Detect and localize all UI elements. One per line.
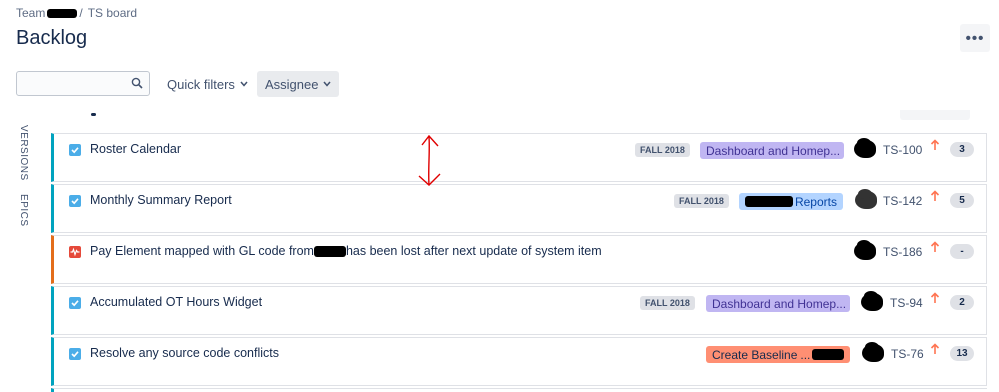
issue-row[interactable]: Pay Element mapped with GL code from has… bbox=[51, 235, 987, 284]
redaction bbox=[313, 245, 346, 257]
priority-arrow-up-icon bbox=[930, 292, 940, 303]
issue-summary[interactable]: Monthly Summary Report bbox=[90, 193, 232, 207]
priority-arrow-up-icon bbox=[930, 343, 940, 354]
story-points-badge: 2 bbox=[950, 295, 974, 310]
avatar bbox=[854, 138, 876, 158]
issue-key[interactable]: TS-142 bbox=[883, 194, 922, 208]
issue-summary-part: has been lost after next update of syste… bbox=[345, 244, 602, 258]
breadcrumb: Team / TS board bbox=[16, 6, 137, 20]
priority-arrow-up-icon bbox=[930, 190, 940, 201]
chevron-down-icon bbox=[323, 81, 332, 87]
epic-lozenge-label: Reports bbox=[794, 194, 837, 209]
double-arrow-annotation-icon bbox=[418, 134, 441, 186]
avatar bbox=[855, 189, 877, 209]
issue-summary[interactable]: Roster Calendar bbox=[90, 142, 181, 156]
chevron-down-icon bbox=[240, 81, 248, 87]
versions-panel-tab[interactable]: VERSIONS bbox=[18, 125, 29, 181]
story-checkbox-icon bbox=[69, 195, 81, 207]
version-lozenge: FALL 2018 bbox=[635, 143, 690, 157]
issue-key[interactable]: TS-76 bbox=[891, 347, 924, 361]
issue-key[interactable]: TS-94 bbox=[890, 296, 923, 310]
issue-summary[interactable]: Pay Element mapped with GL code from has… bbox=[90, 244, 602, 258]
story-points-badge: 13 bbox=[950, 346, 974, 361]
avatar bbox=[861, 291, 883, 311]
assignee-filter-button[interactable]: Assignee bbox=[257, 71, 340, 97]
breadcrumb-board[interactable]: TS board bbox=[88, 6, 137, 20]
story-checkbox-icon bbox=[69, 348, 81, 360]
story-points-badge: - bbox=[950, 244, 974, 259]
assignee-filter-label: Assignee bbox=[265, 76, 319, 92]
issue-row[interactable]: Resolve any source code conflicts Create… bbox=[51, 337, 987, 386]
redaction bbox=[812, 349, 844, 360]
quick-filters-button[interactable]: Quick filters bbox=[159, 71, 256, 97]
page-title: Backlog bbox=[16, 27, 88, 49]
quick-filters-label: Quick filters bbox=[167, 76, 235, 92]
epic-lozenge[interactable]: Reports bbox=[739, 193, 843, 210]
avatar bbox=[854, 240, 876, 260]
story-points-badge: 3 bbox=[950, 142, 974, 157]
epics-panel-tab[interactable]: EPICS bbox=[18, 194, 29, 227]
issue-summary-part: Pay Element mapped with GL code from bbox=[90, 244, 314, 258]
story-checkbox-icon bbox=[69, 144, 81, 156]
epic-lozenge-ellipsis: ... bbox=[800, 347, 811, 362]
epic-lozenge[interactable]: Create Baseline ... bbox=[706, 346, 850, 363]
version-lozenge: FALL 2018 bbox=[674, 194, 729, 208]
issue-key[interactable]: TS-186 bbox=[883, 245, 922, 259]
issue-row[interactable]: Accumulated OT Hours Widget FALL 2018 Da… bbox=[51, 286, 987, 335]
partial-text bbox=[91, 113, 96, 116]
redaction bbox=[745, 196, 793, 207]
search-field[interactable] bbox=[16, 71, 150, 96]
search-icon[interactable] bbox=[131, 77, 143, 89]
issue-key[interactable]: TS-100 bbox=[883, 143, 922, 157]
priority-arrow-up-icon bbox=[930, 139, 940, 150]
more-actions-button[interactable]: ••• bbox=[960, 24, 990, 52]
priority-arrow-up-icon bbox=[930, 241, 940, 252]
breadcrumb-separator: / bbox=[79, 6, 83, 20]
issue-row[interactable]: Monthly Summary Report FALL 2018 Reports… bbox=[51, 184, 987, 233]
issue-summary[interactable]: Accumulated OT Hours Widget bbox=[90, 295, 262, 309]
epic-lozenge[interactable]: Dashboard and Homep... bbox=[706, 295, 850, 312]
version-lozenge: FALL 2018 bbox=[640, 296, 695, 310]
bug-type-icon bbox=[69, 246, 81, 258]
section-header-edge bbox=[900, 110, 970, 120]
redaction bbox=[47, 8, 78, 18]
epic-lozenge[interactable]: Dashboard and Homep... bbox=[700, 142, 844, 159]
breadcrumb-team[interactable]: Team bbox=[16, 6, 45, 20]
story-checkbox-icon bbox=[69, 297, 81, 309]
issue-summary[interactable]: Resolve any source code conflicts bbox=[90, 346, 279, 360]
issue-row-partial bbox=[51, 388, 987, 392]
issue-row[interactable]: Roster Calendar FALL 2018 Dashboard and … bbox=[51, 133, 987, 182]
epic-lozenge-label: Create Baseline bbox=[712, 347, 798, 362]
avatar bbox=[862, 342, 884, 362]
story-points-badge: 5 bbox=[950, 193, 974, 208]
search-input[interactable] bbox=[17, 72, 134, 93]
